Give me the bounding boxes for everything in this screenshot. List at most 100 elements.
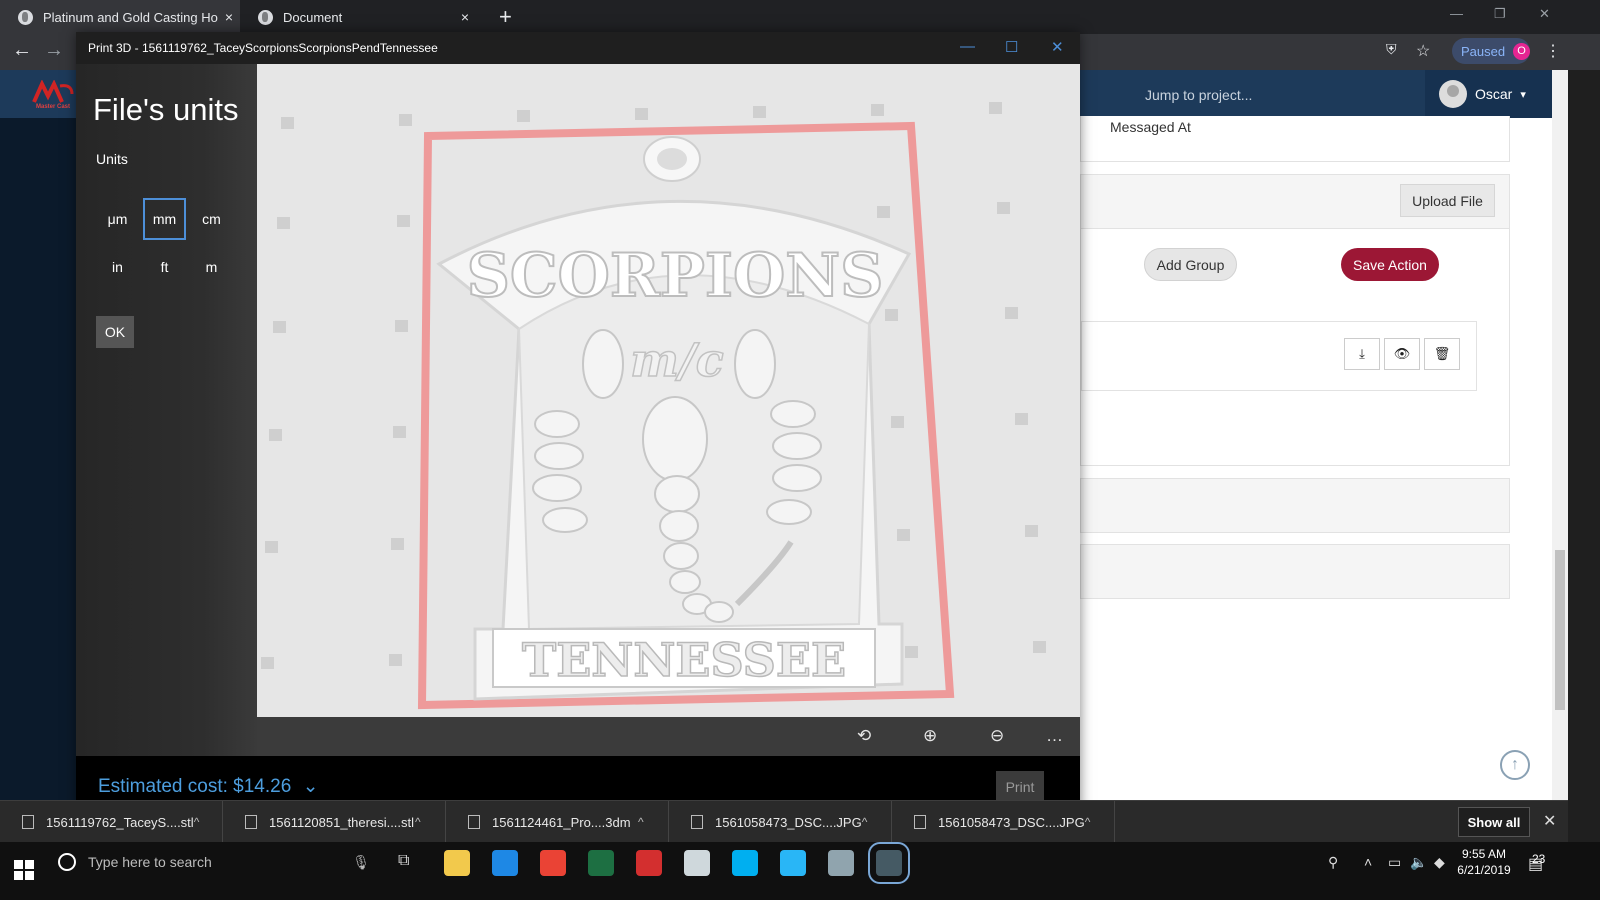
chevron-up-icon[interactable]: ˄ — [1364, 854, 1372, 870]
scroll-to-top-button[interactable]: ↑ — [1500, 750, 1530, 780]
restore-icon[interactable]: ❐ — [1494, 6, 1506, 22]
user-name: Oscar — [1475, 86, 1513, 102]
scrollbar-thumb[interactable] — [1555, 550, 1565, 710]
chevron-up-icon[interactable]: ^ — [1085, 815, 1114, 829]
downloads-bar: 1561119762_TaceyS....stl ^ 1561120851_th… — [0, 800, 1568, 843]
unit-option-ft[interactable]: ft — [143, 246, 186, 288]
tab-close-icon[interactable]: × — [218, 9, 240, 25]
page-scrollbar[interactable] — [1552, 70, 1568, 800]
ok-button[interactable]: OK — [96, 316, 134, 348]
tab-document[interactable]: Document × — [240, 0, 476, 34]
download-icon[interactable]: ⤓ — [1344, 338, 1380, 370]
download-item[interactable]: 1561124461_Pro....3dm ^ — [446, 801, 669, 843]
unit-option-m[interactable]: m — [190, 246, 233, 288]
3d-viewport[interactable]: SCORPIONS m/c TENNESSEE — [257, 64, 1080, 717]
download-filename: 1561058473_DSC....JPG — [715, 814, 862, 830]
unit-option-um[interactable]: μm — [96, 198, 139, 240]
network-icon[interactable]: ▭ — [1388, 854, 1401, 871]
unit-option-in[interactable]: in — [96, 246, 139, 288]
show-all-button[interactable]: Show all — [1458, 807, 1530, 837]
minimize-icon[interactable]: — — [960, 38, 975, 55]
download-item[interactable]: 1561120851_theresi....stl ^ — [223, 801, 446, 843]
estimated-cost-dropdown[interactable]: Estimated cost: $14.26 ⌄ — [98, 775, 318, 798]
maximize-icon[interactable]: ☐ — [1005, 38, 1018, 56]
page-title: File's units — [93, 92, 239, 127]
chrome-icon[interactable] — [540, 850, 566, 876]
shield-icon[interactable]: ⛨ — [1386, 41, 1397, 58]
clock-date: 6/21/2019 — [1457, 863, 1511, 877]
more-options-icon[interactable]: … — [1046, 726, 1063, 746]
file-explorer-icon[interactable] — [444, 850, 470, 876]
add-group-button[interactable]: Add Group — [1144, 248, 1237, 281]
window-title: Print 3D - 1561119762_TaceyScorpionsScor… — [88, 41, 438, 55]
chevron-up-icon[interactable]: ^ — [638, 815, 668, 829]
unit-option-cm[interactable]: cm — [190, 198, 233, 240]
close-icon[interactable]: ✕ — [1051, 38, 1064, 56]
zoom-out-icon[interactable]: ⊖ — [990, 726, 1004, 746]
units-label: Units — [96, 151, 128, 167]
people-icon[interactable]: ⚲ — [1328, 854, 1338, 871]
avatar — [1439, 80, 1467, 108]
tab-close-icon[interactable]: × — [454, 9, 476, 25]
chevron-up-icon[interactable]: ^ — [862, 815, 891, 829]
model-bottom-text: TENNESSEE — [522, 633, 846, 687]
chevron-down-icon: ⌄ — [302, 776, 319, 797]
microphone-icon[interactable]: 🎙 — [352, 854, 370, 871]
close-window-icon[interactable]: ✕ — [1539, 6, 1550, 22]
forward-icon[interactable]: → — [44, 39, 64, 62]
volume-icon[interactable]: 🔈 — [1410, 854, 1427, 871]
print-3d-icon[interactable] — [868, 842, 910, 884]
upload-file-button[interactable]: Upload File — [1400, 184, 1495, 217]
cortana-icon — [58, 853, 76, 871]
back-icon[interactable]: ← — [12, 39, 32, 62]
model-top-text: SCORPIONS — [467, 241, 884, 311]
section-panel — [1080, 478, 1510, 533]
zoom-in-icon[interactable]: ⊕ — [923, 726, 937, 746]
windows-start-icon[interactable] — [14, 860, 34, 880]
user-menu[interactable]: Oscar ▾ — [1425, 70, 1553, 118]
profile-paused-button[interactable]: Paused O — [1452, 38, 1530, 64]
download-filename: 1561058473_DSC....JPG — [938, 814, 1085, 830]
more-menu-icon[interactable]: ⋮ — [1545, 41, 1561, 61]
excel-icon[interactable] — [588, 850, 614, 876]
jump-to-project-input[interactable]: Jump to project... — [1145, 87, 1252, 103]
edge-icon[interactable] — [492, 850, 518, 876]
eye-icon[interactable]: 👁 — [1384, 338, 1420, 370]
tab-platinum-gold[interactable]: Platinum and Gold Casting House × — [0, 0, 240, 34]
file-icon — [245, 815, 257, 829]
windows-taskbar: Type here to search 🎙 ⧉ ⚲ ˄ ▭ 🔈 ◆ 9:55 A… — [0, 842, 1600, 900]
acrobat-icon[interactable] — [636, 850, 662, 876]
clock-time: 9:55 AM — [1461, 847, 1507, 861]
company-logo[interactable]: Master Cast — [32, 79, 80, 112]
clock[interactable]: 9:55 AM 6/21/2019 — [1456, 846, 1512, 878]
trash-icon[interactable]: 🗑 — [1424, 338, 1460, 370]
photos-icon[interactable] — [780, 850, 806, 876]
skype-icon[interactable] — [732, 850, 758, 876]
taskbar-search-input[interactable]: Type here to search 🎙 — [48, 842, 378, 882]
close-icon[interactable]: ✕ — [1543, 811, 1556, 831]
star-icon[interactable]: ☆ — [1416, 41, 1430, 61]
print-button[interactable]: Print — [996, 771, 1044, 802]
web-main-content: Messaged At Upload File Add Group Save A… — [1080, 116, 1568, 800]
chevron-up-icon[interactable]: ^ — [415, 815, 445, 829]
save-action-button[interactable]: Save Action — [1341, 248, 1439, 281]
task-view-icon[interactable]: ⧉ — [398, 852, 409, 870]
orbit-icon[interactable]: ⟲ — [857, 726, 871, 746]
app-icon[interactable] — [684, 850, 710, 876]
new-tab-button[interactable]: + — [499, 4, 512, 30]
tab-label: Platinum and Gold Casting House — [43, 9, 218, 25]
dropbox-icon[interactable]: ◆ — [1434, 854, 1445, 871]
estimated-cost-label: Estimated cost: $14.26 — [98, 776, 292, 797]
minimize-icon[interactable]: — — [1450, 6, 1463, 21]
view-toolbar: ⟲ ⊕ ⊖ … — [257, 717, 1080, 756]
download-item[interactable]: 1561119762_TaceyS....stl ^ — [0, 801, 223, 843]
paused-count-badge: O — [1513, 42, 1530, 60]
section-panel — [1080, 544, 1510, 599]
units-panel: File's units Units μm mm cm in ft m OK — [76, 64, 257, 756]
paint-icon[interactable] — [828, 850, 854, 876]
unit-option-mm[interactable]: mm — [143, 198, 186, 240]
chevron-up-icon[interactable]: ^ — [194, 815, 222, 829]
download-item[interactable]: 1561058473_DSC....JPG ^ — [669, 801, 892, 843]
download-item[interactable]: 1561058473_DSC....JPG ^ — [892, 801, 1115, 843]
model-scene[interactable]: SCORPIONS m/c TENNESSEE — [257, 64, 1080, 717]
